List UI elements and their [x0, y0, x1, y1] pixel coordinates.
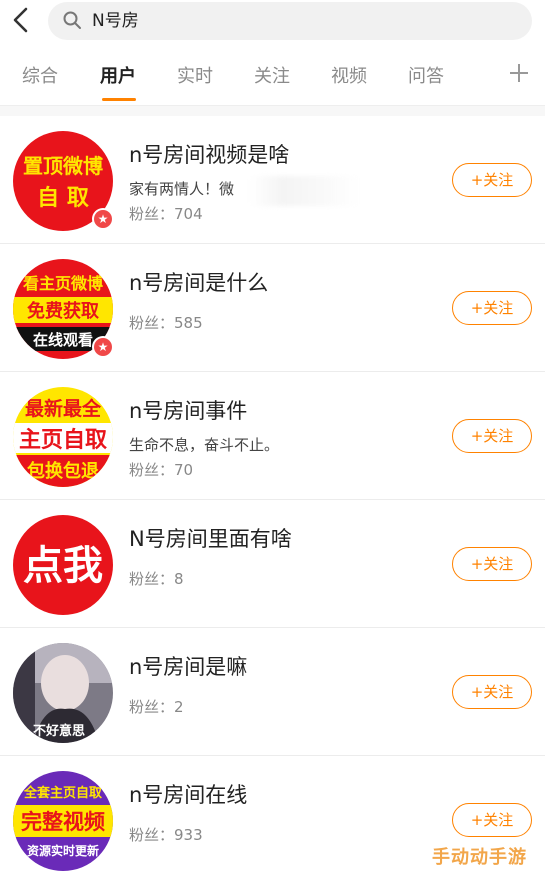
- active-tab-indicator: [102, 98, 136, 101]
- vip-badge-icon: ★: [92, 208, 114, 230]
- avatar-text: 不好意思: [33, 723, 85, 739]
- avatar-text: 资源实时更新: [27, 843, 99, 858]
- blurred-text: [250, 176, 360, 206]
- tab-users[interactable]: 用户: [100, 64, 136, 90]
- avatar-text: 置顶微博: [23, 154, 103, 178]
- user-description: 生命不息，奋斗不止。: [129, 436, 280, 454]
- avatar[interactable]: 不好意思: [13, 643, 113, 743]
- follow-button[interactable]: +关注: [452, 675, 532, 709]
- avatar-text: 自 取: [37, 185, 89, 211]
- search-input[interactable]: N号房: [48, 2, 532, 40]
- add-tab-icon[interactable]: [508, 62, 530, 84]
- divider-band: [0, 106, 545, 116]
- search-icon: [62, 10, 82, 30]
- user-name[interactable]: n号房间视频是啥: [129, 140, 289, 170]
- user-name[interactable]: n号房间是什么: [129, 268, 268, 298]
- avatar-text: 最新最全: [25, 397, 102, 420]
- tab-following[interactable]: 关注: [254, 64, 290, 90]
- tab-comprehensive[interactable]: 综合: [22, 64, 58, 90]
- watermark: 手动动手游: [432, 847, 527, 868]
- fans-count: 粉丝：933: [129, 826, 203, 844]
- list-item[interactable]: 点我 N号房间里面有啥 粉丝：8 +关注: [0, 500, 545, 628]
- list-item[interactable]: 最新最全 主页自取 包换包退 n号房间事件 生命不息，奋斗不止。 粉丝：70 +…: [0, 372, 545, 500]
- follow-button[interactable]: +关注: [452, 419, 532, 453]
- avatar-text: 看主页微博: [22, 274, 103, 293]
- avatar-text: 点我: [23, 543, 103, 589]
- user-description: 家有两情人！微: [129, 180, 235, 198]
- avatar-text: 包换包退: [27, 460, 99, 482]
- user-name[interactable]: n号房间在线: [129, 780, 247, 810]
- avatar[interactable]: 全套主页自取 完整视频 资源实时更新: [13, 771, 113, 871]
- tab-qa[interactable]: 问答: [408, 64, 444, 90]
- vip-badge-icon: ★: [92, 336, 114, 358]
- avatar-text: 完整视频: [21, 810, 105, 834]
- avatar-text: 在线观看: [33, 331, 93, 349]
- search-header: N号房: [0, 0, 545, 50]
- user-name[interactable]: N号房间里面有啥: [129, 524, 292, 554]
- avatar[interactable]: 最新最全 主页自取 包换包退: [13, 387, 113, 487]
- user-list: 置顶微博 自 取 ★ n号房间视频是啥 家有两情人！微 粉丝：704 +关注 看…: [0, 116, 545, 874]
- avatar[interactable]: 点我: [13, 515, 113, 615]
- search-query: N号房: [92, 11, 139, 31]
- back-icon[interactable]: [8, 5, 36, 35]
- list-item[interactable]: 不好意思 n号房间是嘛 粉丝：2 +关注: [0, 628, 545, 756]
- avatar-text: 全套主页自取: [23, 785, 103, 801]
- follow-button[interactable]: +关注: [452, 291, 532, 325]
- list-item[interactable]: 看主页微博 免费获取 在线观看 ★ n号房间是什么 粉丝：585 +关注: [0, 244, 545, 372]
- fans-count: 粉丝：585: [129, 314, 203, 332]
- tab-video[interactable]: 视频: [331, 64, 367, 90]
- tab-bar: 综合 用户 实时 关注 视频 问答: [0, 50, 545, 106]
- follow-button[interactable]: +关注: [452, 547, 532, 581]
- avatar-text: 免费获取: [27, 300, 100, 322]
- fans-count: 粉丝：8: [129, 570, 184, 588]
- user-name[interactable]: n号房间是嘛: [129, 652, 247, 682]
- fans-count: 粉丝：2: [129, 698, 184, 716]
- fans-count: 粉丝：70: [129, 461, 194, 479]
- fans-count: 粉丝：704: [129, 205, 203, 223]
- screen: N号房 综合 用户 实时 关注 视频 问答 置顶微博 自 取 ★ n号房间视频是…: [0, 0, 545, 874]
- avatar-text: 主页自取: [19, 427, 107, 453]
- follow-button[interactable]: +关注: [452, 803, 532, 837]
- tab-realtime[interactable]: 实时: [177, 64, 213, 90]
- follow-button[interactable]: +关注: [452, 163, 532, 197]
- list-item[interactable]: 置顶微博 自 取 ★ n号房间视频是啥 家有两情人！微 粉丝：704 +关注: [0, 116, 545, 244]
- user-name[interactable]: n号房间事件: [129, 396, 247, 426]
